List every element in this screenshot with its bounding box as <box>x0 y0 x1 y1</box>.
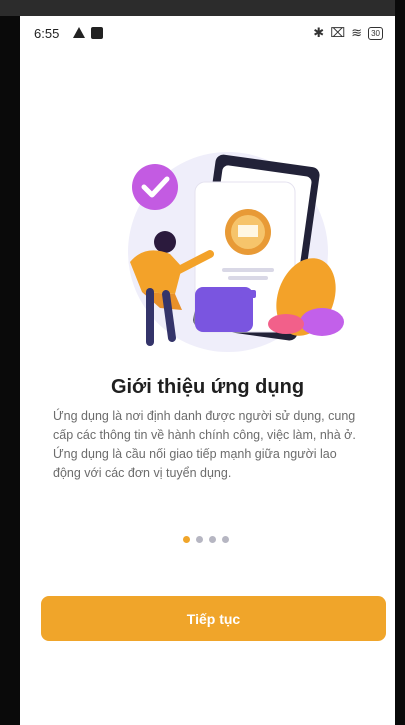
page-indicator <box>183 536 229 543</box>
onboarding-title: Giới thiệu ứng dụng <box>110 376 305 398</box>
onboarding-description: Ứng dụng là nơi định danh được người sử … <box>53 409 356 480</box>
notification-icon <box>91 27 103 39</box>
continue-button[interactable]: Tiếp tục <box>41 596 386 641</box>
status-bar: 6:55 ✱ ⌧ ≋ 30 <box>20 16 395 52</box>
bluetooth-icon: ✱ <box>313 25 325 40</box>
right-edge <box>395 0 405 725</box>
page-dot[interactable] <box>222 536 229 543</box>
top-edge <box>0 0 405 16</box>
close-box-icon: ⌧ <box>330 25 346 40</box>
left-edge <box>0 0 20 725</box>
page-dot[interactable] <box>209 536 216 543</box>
battery-icon: 30 <box>368 26 383 40</box>
status-time: 6:55 <box>34 26 60 41</box>
phone-screen: 6:55 ✱ ⌧ ≋ 30 Giới thiệu ứng dụng Ứng dụ… <box>20 16 395 725</box>
warning-icon <box>73 27 85 38</box>
page-dot-active[interactable] <box>183 536 190 543</box>
page-dot[interactable] <box>196 536 203 543</box>
status-icons: ✱ ⌧ ≋ 30 <box>313 25 383 41</box>
wifi-icon: ≋ <box>351 25 363 40</box>
intro-illustration <box>128 152 344 352</box>
